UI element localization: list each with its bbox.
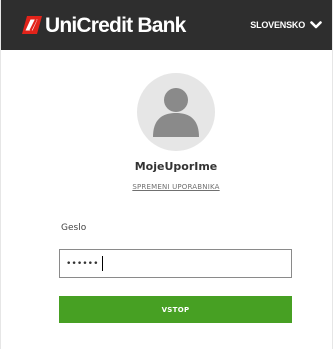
brand-name: UniCredit Bank — [45, 13, 186, 37]
login-page: UniCredit Bank SLOVENSKO MojeUporIme SPR… — [0, 0, 333, 349]
language-label: SLOVENSKO — [250, 20, 305, 30]
password-label: Geslo — [61, 223, 87, 233]
login-button[interactable]: VSTOP — [59, 296, 292, 323]
change-user-link[interactable]: SPREMENI UPORABNIKA — [1, 183, 333, 191]
user-avatar-icon — [137, 73, 215, 151]
username: MojeUporIme — [134, 160, 218, 173]
language-selector[interactable]: SLOVENSKO — [250, 20, 322, 30]
unicredit-logo-icon — [22, 16, 42, 34]
brand: UniCredit Bank — [21, 15, 186, 36]
text-cursor — [102, 256, 103, 271]
chevron-down-icon — [310, 21, 322, 29]
password-field[interactable] — [59, 249, 292, 278]
top-bar: UniCredit Bank SLOVENSKO — [1, 0, 332, 50]
